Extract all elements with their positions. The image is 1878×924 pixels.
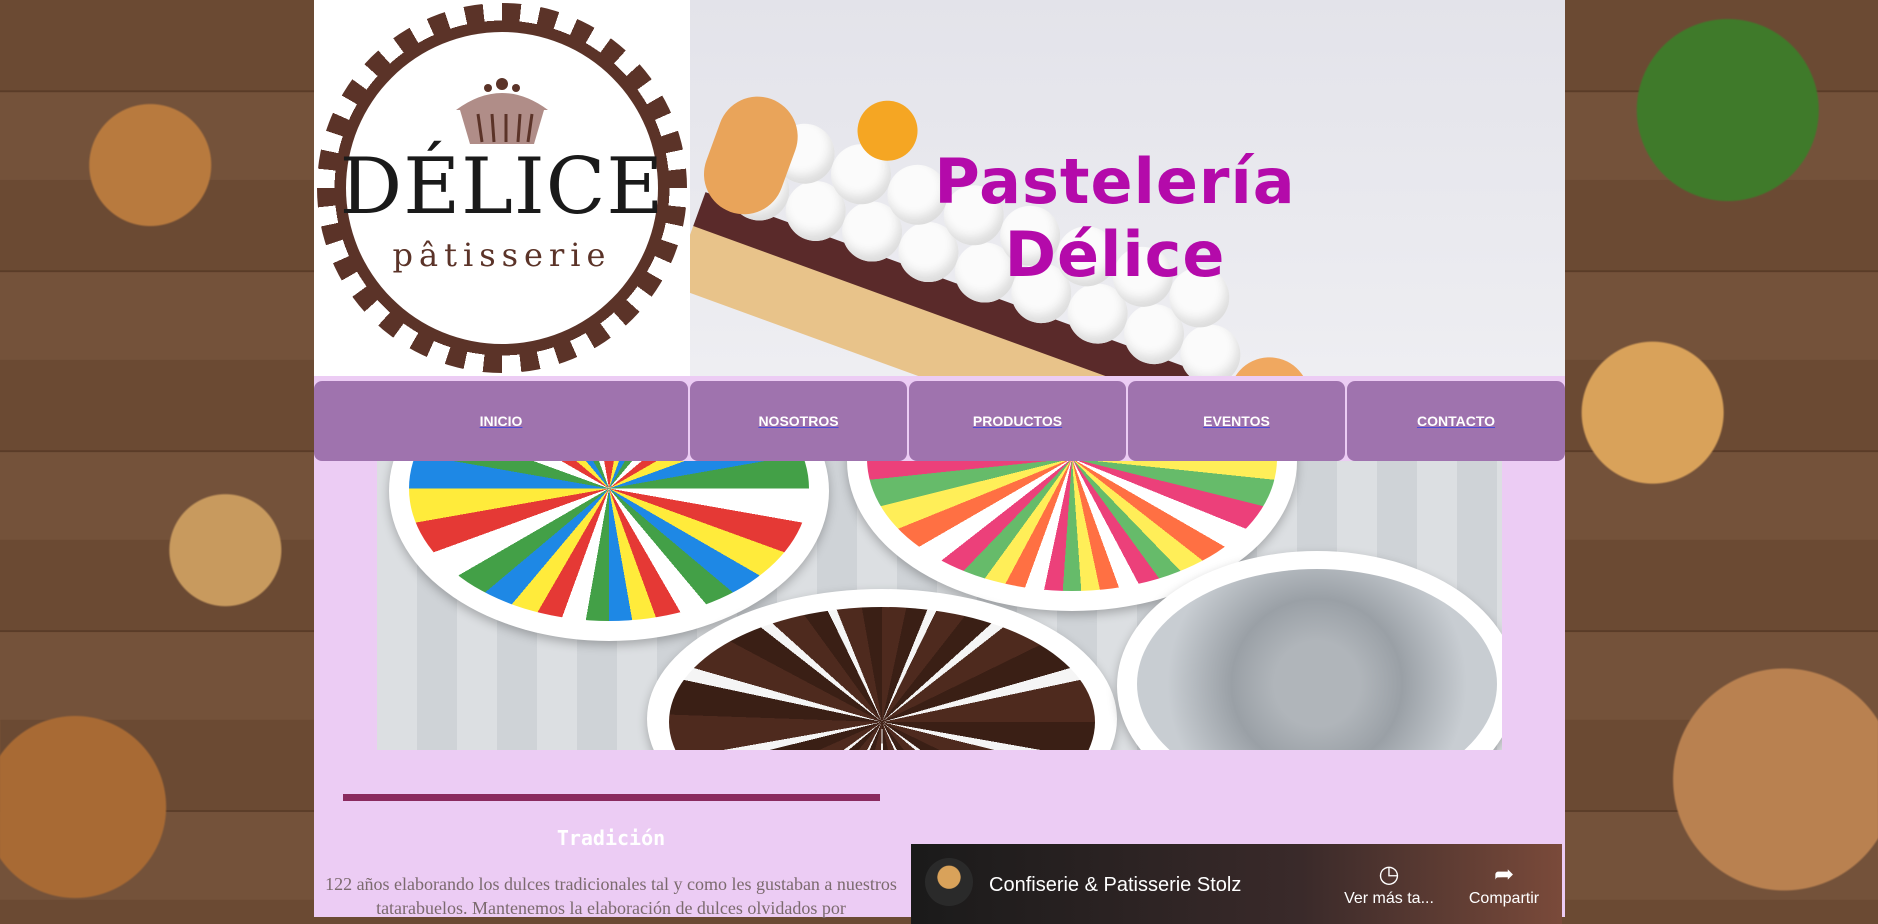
share-arrow-icon: ➦ [1493, 861, 1515, 888]
hero-image: Pastelería Délice [690, 0, 1565, 376]
video-title[interactable]: Confiserie & Patisserie Stolz [989, 874, 1241, 897]
page-container: DÉLICE pâtisserie Pastelería Délice INIC… [314, 0, 1565, 924]
video-embed[interactable]: Confiserie & Patisserie Stolz ◷ Ver más … [911, 844, 1562, 924]
watch-later-button[interactable]: ◷ Ver más ta... [1341, 860, 1437, 908]
section-divider [343, 794, 880, 801]
logo-inner: DÉLICE pâtisserie [340, 32, 663, 344]
sprinkles-banner [377, 461, 1502, 750]
nav-inicio[interactable]: INICIO [314, 381, 688, 461]
section-title: Tradición [556, 826, 666, 850]
nav-contacto[interactable]: CONTACTO [1347, 381, 1565, 461]
nav-nosotros[interactable]: NOSOTROS [690, 381, 907, 461]
nav-productos[interactable]: PRODUCTOS [909, 381, 1126, 461]
section-text: 122 años elaborando los dulces tradicion… [325, 874, 897, 918]
watch-later-label: Ver más ta... [1344, 890, 1434, 907]
logo[interactable]: DÉLICE pâtisserie [314, 0, 690, 376]
logo-badge: DÉLICE pâtisserie [317, 3, 687, 373]
main-nav: INICIO NOSOTROS PRODUCTOS EVENTOS CONTAC… [314, 381, 1565, 461]
channel-avatar[interactable] [925, 858, 973, 906]
logo-name: DÉLICE [339, 142, 665, 232]
share-label: Compartir [1468, 890, 1540, 907]
nav-eventos[interactable]: EVENTOS [1128, 381, 1345, 461]
header: DÉLICE pâtisserie Pastelería Délice [314, 0, 1565, 376]
site-title: Pastelería Délice [934, 145, 1296, 291]
logo-subtitle: pâtisserie [392, 236, 612, 274]
cupcake-icon [456, 78, 548, 144]
clock-icon: ◷ [1378, 861, 1400, 888]
share-button[interactable]: ➦ Compartir [1456, 860, 1552, 908]
